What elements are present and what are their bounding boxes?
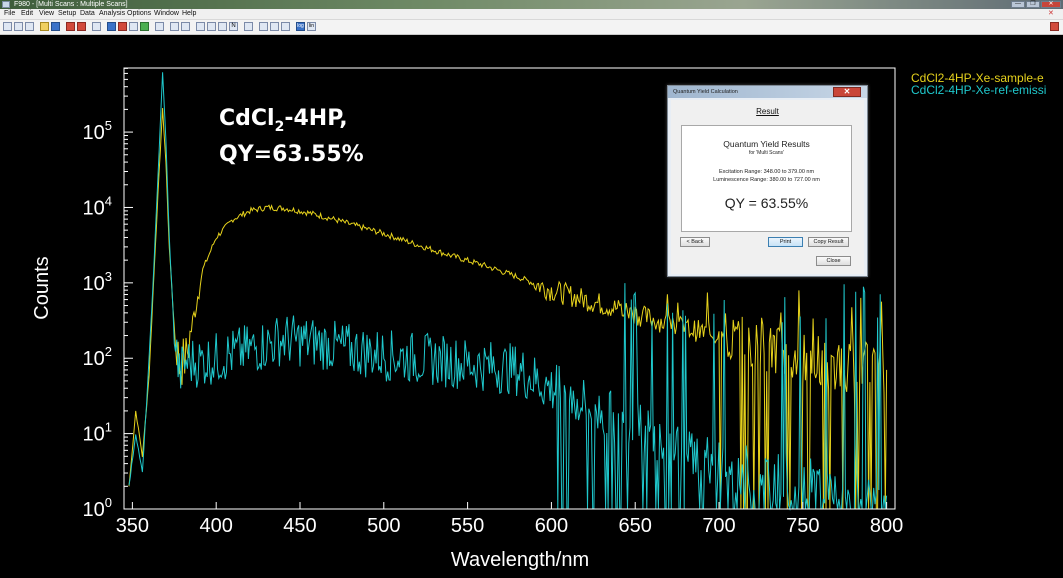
window-controls: — ❐ ✕ xyxy=(1011,1,1061,8)
measure-icon[interactable] xyxy=(140,22,149,31)
y-tick-label: 100 xyxy=(83,495,112,521)
marker-icon[interactable] xyxy=(129,22,138,31)
x-tick-label: 450 xyxy=(283,515,316,537)
x-tick-label: 800 xyxy=(870,515,903,537)
spectrum-chart: 350 400 450 500 550 600 650 700 750 800 100 101 102… xyxy=(31,67,903,571)
excitation-range: Excitation Range: 348.00 to 379.00 nm xyxy=(718,169,815,175)
x-tick-label: 600 xyxy=(535,515,568,537)
peak-icon[interactable] xyxy=(259,22,268,31)
record-icon[interactable] xyxy=(118,22,127,31)
window-title: F980 - [Multi Scans : Multiple Scans] xyxy=(14,1,128,8)
log-icon[interactable]: log xyxy=(296,22,305,31)
print-icon[interactable] xyxy=(92,22,101,31)
menu-edit[interactable]: Edit xyxy=(21,9,33,19)
x-tick-label: 550 xyxy=(451,515,484,537)
x-tick-label: 750 xyxy=(786,515,819,537)
maximize-button[interactable]: ❐ xyxy=(1026,1,1040,8)
toolbar: N log lin xyxy=(0,20,1063,35)
dialog-close-button[interactable]: Close xyxy=(816,256,851,266)
x-tick-label: 350 xyxy=(116,515,149,537)
menu-bar: File Edit View Setup Data Analysis Optio… xyxy=(0,9,1063,20)
x-tick-label: 650 xyxy=(619,515,652,537)
chart-icon[interactable] xyxy=(107,22,116,31)
results-subtitle: for 'Multi Scans' xyxy=(749,150,784,156)
annotation-line2: QY=63.55% xyxy=(219,142,364,167)
menu-close-icon[interactable]: ✕ xyxy=(1048,9,1054,19)
fit-icon[interactable] xyxy=(270,22,279,31)
y-tick-label: 104 xyxy=(83,193,112,219)
x-axis: 350 400 450 500 550 600 650 700 750 800 xyxy=(116,502,903,537)
app-icon xyxy=(2,1,10,8)
menu-analysis[interactable]: Analysis xyxy=(99,9,125,19)
annotation-line1: CdCl2-4HP, xyxy=(219,106,348,135)
zoom-out-icon[interactable] xyxy=(181,22,190,31)
save-icon[interactable] xyxy=(51,22,60,31)
scan-icon[interactable] xyxy=(66,22,75,31)
close-button[interactable]: ✕ xyxy=(1041,1,1061,8)
minimize-button[interactable]: — xyxy=(1011,1,1025,8)
y-axis-label: Counts xyxy=(31,256,53,319)
menu-setup[interactable]: Setup xyxy=(58,9,76,19)
y-tick-label: 101 xyxy=(83,420,112,446)
dialog-title: Quantum Yield Calculation xyxy=(673,89,738,95)
menu-view[interactable]: View xyxy=(39,9,54,19)
table-icon[interactable] xyxy=(207,22,216,31)
y-tick-label: 105 xyxy=(83,118,112,144)
file-icon[interactable] xyxy=(3,22,12,31)
settings-icon[interactable] xyxy=(281,22,290,31)
menu-file[interactable]: File xyxy=(4,9,15,19)
x-tick-label: 500 xyxy=(367,515,400,537)
dialog-titlebar: Quantum Yield Calculation ✕ xyxy=(668,86,867,98)
quantum-yield-dialog: Quantum Yield Calculation ✕ Result Quant… xyxy=(667,85,868,277)
scan-stop-icon[interactable] xyxy=(77,22,86,31)
dialog-close-icon[interactable]: ✕ xyxy=(833,87,861,97)
menu-options[interactable]: Options xyxy=(127,9,151,19)
normalize-icon[interactable]: N xyxy=(229,22,238,31)
y-axis: 100 101 102 103 104 105 xyxy=(83,67,133,521)
results-panel: Quantum Yield Results for 'Multi Scans' … xyxy=(681,125,852,232)
lin-icon[interactable]: lin xyxy=(307,22,316,31)
export-icon[interactable] xyxy=(25,22,34,31)
chart-legend: CdCl2-4HP-Xe-sample-e CdCl2-4HP-Xe-ref-e… xyxy=(911,72,1046,96)
menu-window[interactable]: Window xyxy=(154,9,179,19)
app-badge-icon xyxy=(1050,22,1059,31)
y-tick-label: 103 xyxy=(83,269,112,295)
graph-icon[interactable] xyxy=(218,22,227,31)
legend-entry-reference: CdCl2-4HP-Xe-ref-emissi xyxy=(911,83,1047,97)
x-tick-label: 400 xyxy=(199,515,232,537)
print-button[interactable]: Print xyxy=(768,237,803,247)
back-button[interactable]: < Back xyxy=(680,237,710,247)
qy-value: QY = 63.55% xyxy=(724,195,809,211)
bar-chart-icon[interactable] xyxy=(196,22,205,31)
results-title: Quantum Yield Results xyxy=(723,139,810,149)
dialog-body: Result Quantum Yield Results for 'Multi … xyxy=(671,100,864,274)
y-tick-label: 102 xyxy=(83,344,112,370)
lambda-icon[interactable] xyxy=(14,22,23,31)
x-axis-label: Wavelength/nm xyxy=(451,549,589,571)
camera-icon[interactable] xyxy=(155,22,164,31)
zoom-in-icon[interactable] xyxy=(170,22,179,31)
open-folder-icon[interactable] xyxy=(40,22,49,31)
menu-data[interactable]: Data xyxy=(80,9,95,19)
copy-icon[interactable] xyxy=(244,22,253,31)
menu-help[interactable]: Help xyxy=(182,9,196,19)
copy-result-button[interactable]: Copy Result xyxy=(808,237,849,247)
x-tick-label: 700 xyxy=(702,515,735,537)
window-titlebar: F980 - [Multi Scans : Multiple Scans] — … xyxy=(0,0,1063,9)
luminescence-range: Luminescence Range: 380.00 to 727.00 nm xyxy=(713,177,820,183)
result-heading: Result xyxy=(756,107,779,116)
